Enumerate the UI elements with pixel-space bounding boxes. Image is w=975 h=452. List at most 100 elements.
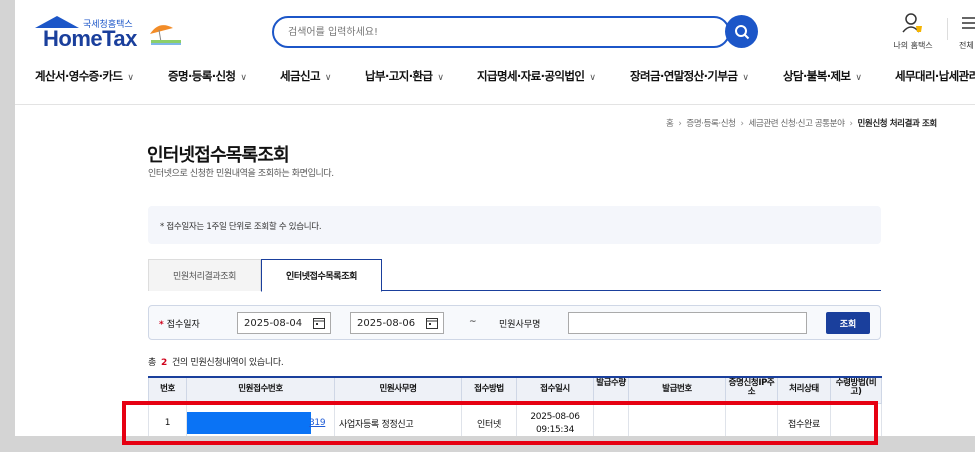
chevron-down-icon: ∨ bbox=[855, 73, 862, 83]
nav-item-invoice[interactable]: 계산서·영수증·카드 ∨ bbox=[35, 68, 134, 84]
date-range-separator: ~ bbox=[469, 317, 477, 327]
chevron-down-icon: ∨ bbox=[127, 73, 134, 83]
result-suffix: 건의 민원신청내역이 있습니다. bbox=[171, 358, 284, 368]
breadcrumb-item[interactable]: 세금관련 신청·신고 공통분야 bbox=[749, 119, 845, 129]
result-count-number: 2 bbox=[160, 358, 167, 368]
tab-internet-receipt-list[interactable]: 인터넷접수목록조회 bbox=[261, 259, 382, 292]
logo-text: HomeTax bbox=[43, 26, 137, 51]
breadcrumb-home[interactable]: 홈 bbox=[666, 119, 674, 129]
chevron-down-icon: ∨ bbox=[240, 73, 247, 83]
date-to-value: 2025-08-06 bbox=[357, 317, 416, 329]
nav-item-consult[interactable]: 상담·불복·제보 ∨ bbox=[783, 68, 862, 84]
table-header-row: 번호 민원접수번호 민원사무명 접수방법 접수일시 발급수량 발급번호 증명신청… bbox=[148, 376, 882, 404]
search-form: * 접수일자 2025-08-04 ~ 2025-08-06 민원사무명 조회 bbox=[148, 305, 881, 340]
umbrella-icon bbox=[150, 25, 181, 45]
receipt-number-link[interactable]: 319 bbox=[309, 418, 326, 428]
nav-divider bbox=[15, 104, 975, 105]
chevron-right-icon: › bbox=[740, 119, 744, 129]
nav-label: 장려금·연말정산·기부금 bbox=[630, 69, 738, 83]
calendar-icon[interactable] bbox=[313, 317, 325, 329]
nav-label: 납부·고지·환급 bbox=[365, 69, 433, 83]
chevron-down-icon: ∨ bbox=[742, 73, 749, 83]
required-mark: * bbox=[159, 320, 164, 330]
redacted-block bbox=[187, 412, 311, 434]
nav-label: 계산서·영수증·카드 bbox=[35, 69, 123, 83]
date-from-input[interactable]: 2025-08-04 bbox=[237, 312, 331, 334]
my-hometax-button[interactable]: 나의 홈택스 bbox=[888, 12, 938, 51]
col-header: 민원접수번호 bbox=[186, 376, 335, 404]
chevron-right-icon: › bbox=[678, 119, 682, 129]
nav-item-incentive[interactable]: 장려금·연말정산·기부금 ∨ bbox=[630, 68, 749, 84]
service-name-input[interactable] bbox=[568, 312, 807, 334]
col-header: 접수방법 bbox=[461, 376, 517, 404]
search-icon bbox=[734, 24, 749, 39]
cell-ip bbox=[725, 402, 778, 436]
cell-receive bbox=[830, 402, 882, 436]
hometax-logo[interactable]: 국세청홈택스 HomeTax bbox=[35, 16, 185, 52]
nav-label: 증명·등록·신청 bbox=[168, 69, 236, 83]
nav-item-agent[interactable]: 세무대리·납세관리 bbox=[895, 68, 975, 84]
chevron-down-icon: ∨ bbox=[589, 73, 596, 83]
chevron-right-icon: › bbox=[849, 119, 853, 129]
date-to-input[interactable]: 2025-08-06 bbox=[350, 312, 444, 334]
my-hometax-label: 나의 홈택스 bbox=[893, 41, 933, 50]
col-header: 발급수량 bbox=[593, 376, 629, 404]
result-prefix: 총 bbox=[148, 358, 156, 368]
cell-datetime: 2025-08-06 09:15:34 bbox=[516, 402, 594, 436]
nav-item-certificate[interactable]: 증명·등록·신청 ∨ bbox=[168, 68, 247, 84]
nav-label: 상담·불복·제보 bbox=[783, 69, 851, 83]
cell-date: 2025-08-06 bbox=[530, 411, 580, 422]
col-header: 발급번호 bbox=[628, 376, 726, 404]
breadcrumb-current: 민원신청 처리결과 조회 bbox=[857, 119, 938, 129]
tab-bar: 민원처리결과조회 인터넷접수목록조회 bbox=[148, 259, 881, 292]
cell-qty bbox=[593, 402, 629, 436]
col-header: 접수일시 bbox=[516, 376, 594, 404]
cell-status: 접수완료 bbox=[777, 402, 831, 436]
result-count: 총 2 건의 민원신청내역이 있습니다. bbox=[148, 355, 284, 368]
col-header: 민원사무명 bbox=[334, 376, 462, 404]
chevron-down-icon: ∨ bbox=[324, 73, 332, 83]
search-bar[interactable] bbox=[272, 16, 730, 48]
all-menu-button[interactable]: 전체 bbox=[959, 12, 975, 51]
notice-text: * 접수일자는 1주일 단위로 조회할 수 있습니다. bbox=[160, 222, 322, 232]
col-header: 번호 bbox=[148, 376, 187, 404]
chevron-down-icon: ∨ bbox=[437, 73, 444, 83]
table-row: 1 319 사업자등록 정정신고 인터넷 2025-08-06 09:15:34… bbox=[148, 402, 882, 436]
nav-label: 세금신고 bbox=[280, 69, 321, 83]
search-input[interactable] bbox=[274, 18, 694, 46]
calendar-icon[interactable] bbox=[426, 317, 438, 329]
col-header: 처리상태 bbox=[777, 376, 831, 404]
search-submit-button[interactable]: 조회 bbox=[826, 312, 870, 334]
cell-no: 1 bbox=[148, 402, 187, 436]
tab-result-lookup[interactable]: 민원처리결과조회 bbox=[148, 259, 261, 291]
col-header: 증명신청IP주소 bbox=[725, 376, 778, 404]
nav-label: 지급명세·자료·공익법인 bbox=[477, 69, 585, 83]
date-from-value: 2025-08-04 bbox=[244, 317, 303, 329]
nav-item-payment[interactable]: 납부·고지·환급 ∨ bbox=[365, 68, 444, 84]
all-menu-label: 전체 bbox=[959, 41, 974, 50]
date-label: * 접수일자 bbox=[159, 317, 200, 330]
main-nav: 계산서·영수증·카드 ∨ 증명·등록·신청 ∨ 세금신고 ∨ 납부·고지·환급 ∨ 지급… bbox=[15, 68, 975, 90]
service-name-label: 민원사무명 bbox=[499, 320, 541, 330]
cell-time: 09:15:34 bbox=[535, 424, 575, 435]
nav-item-tax-report[interactable]: 세금신고 ∨ bbox=[280, 68, 332, 84]
cell-issue-no bbox=[628, 402, 726, 436]
cell-receipt-no: 319 bbox=[186, 402, 335, 436]
page-description: 인터넷으로 신청한 민원내역을 조회하는 화면입니다. bbox=[148, 169, 334, 179]
search-button[interactable] bbox=[725, 15, 758, 48]
date-label-text: 접수일자 bbox=[166, 320, 200, 330]
breadcrumb-item[interactable]: 증명·등록·신청 bbox=[686, 119, 736, 129]
cell-service-name: 사업자등록 정정신고 bbox=[334, 402, 462, 436]
col-header: 수령방법(비고) bbox=[830, 376, 882, 404]
nav-item-statement[interactable]: 지급명세·자료·공익법인 ∨ bbox=[477, 68, 596, 84]
cell-method: 인터넷 bbox=[461, 402, 517, 436]
nav-label: 세무대리·납세관리 bbox=[895, 69, 975, 83]
receipt-table: 번호 민원접수번호 민원사무명 접수방법 접수일시 발급수량 발급번호 증명신청… bbox=[148, 376, 882, 436]
user-icon bbox=[902, 13, 922, 33]
page-frame: 국세청홈택스 HomeTax 나의 홈택스 전체 bbox=[15, 0, 975, 436]
menu-icon bbox=[962, 17, 975, 29]
page-title: 인터넷접수목록조회 bbox=[147, 145, 290, 166]
header-divider bbox=[947, 18, 948, 40]
breadcrumb: 홈 › 증명·등록·신청 › 세금관련 신청·신고 공통분야 › 민원신청 처리결과 조회 bbox=[666, 117, 937, 129]
notice-box: * 접수일자는 1주일 단위로 조회할 수 있습니다. bbox=[148, 206, 881, 244]
